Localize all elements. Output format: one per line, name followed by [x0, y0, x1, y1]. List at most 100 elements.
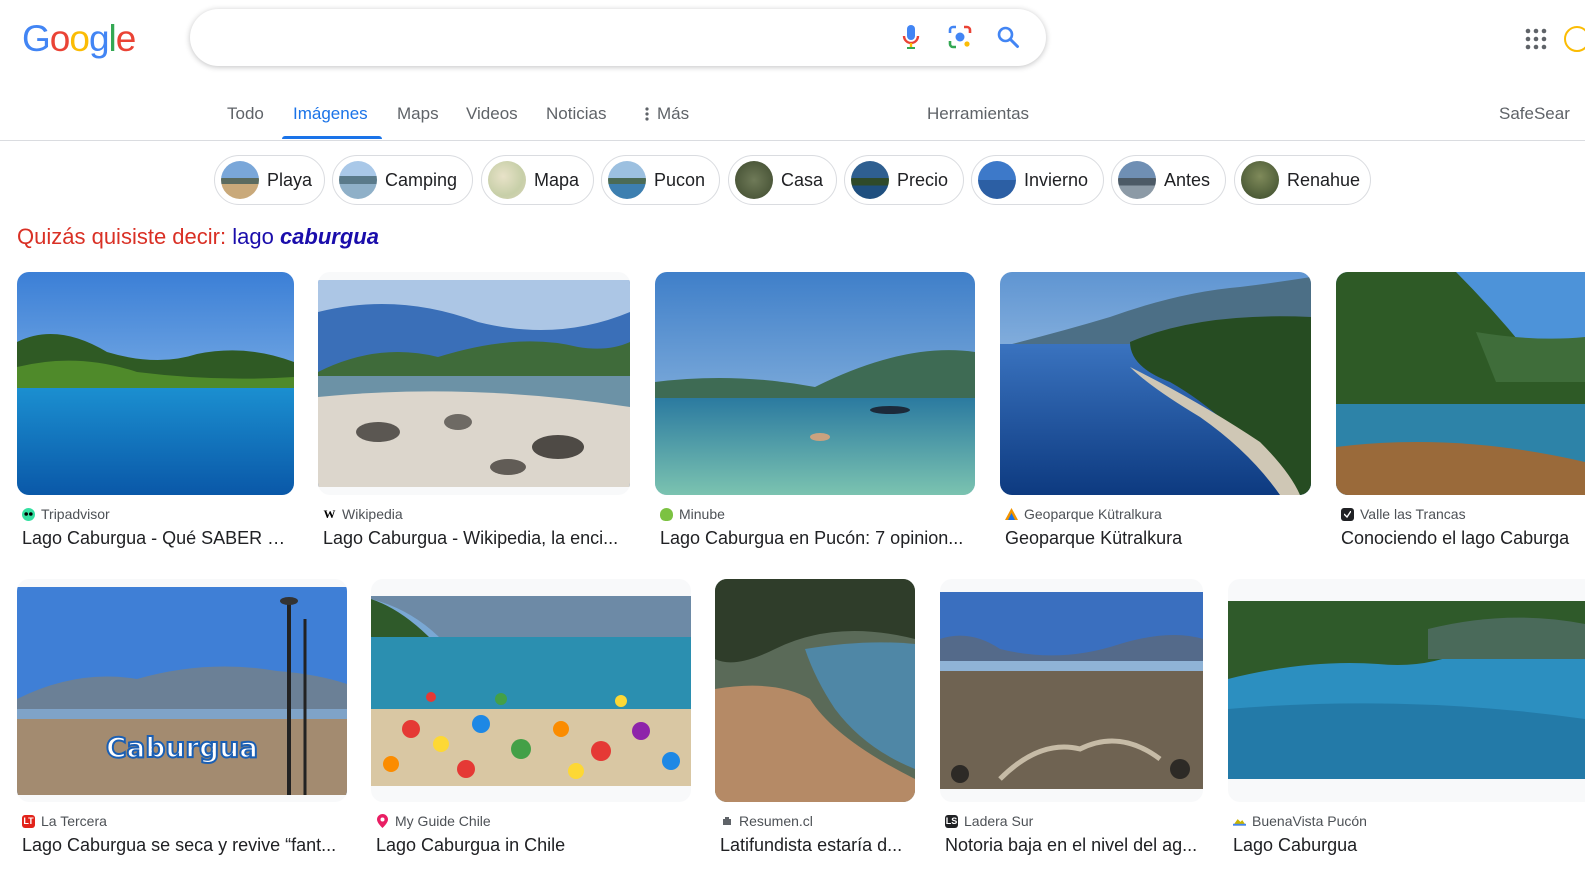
google-logo[interactable]: Google — [22, 18, 136, 60]
chip-antes[interactable]: Antes — [1111, 155, 1226, 205]
result-source[interactable]: Geoparque Kütralkura — [1005, 506, 1162, 522]
search-input[interactable] — [214, 21, 894, 53]
chip-thumbnail — [488, 161, 526, 199]
chip-casa[interactable]: Casa — [728, 155, 837, 205]
tab-maps[interactable]: Maps — [397, 104, 439, 124]
result-thumbnail[interactable] — [715, 579, 915, 802]
ladera-sur-favicon-icon: LS — [945, 814, 958, 828]
account-avatar[interactable] — [1564, 26, 1585, 52]
chip-thumbnail — [221, 161, 259, 199]
chip-label: Playa — [267, 169, 313, 190]
geoparque-favicon-icon — [1005, 508, 1018, 521]
chip-pucon[interactable]: Pucon — [601, 155, 720, 205]
chip-playa[interactable]: Playa — [214, 155, 325, 205]
vertical-dots-icon — [645, 107, 649, 121]
result-source[interactable]: Minube — [660, 506, 725, 522]
active-tab-indicator — [282, 136, 382, 139]
result-source[interactable]: W Wikipedia — [323, 506, 403, 522]
result-source-name: Geoparque Kütralkura — [1024, 506, 1162, 522]
tab-more[interactable]: Más — [645, 104, 689, 124]
image-result[interactable]: Tripadvisor Lago Caburgua - Qué SABER a.… — [17, 272, 294, 552]
image-result[interactable]: W Wikipedia Lago Caburgua - Wikipedia, l… — [318, 272, 630, 552]
tab-news[interactable]: Noticias — [546, 104, 606, 124]
chip-mapa[interactable]: Mapa — [481, 155, 594, 205]
chip-label: Mapa — [534, 169, 580, 190]
result-title[interactable]: Conociendo el lago Caburga — [1341, 528, 1585, 549]
chip-label: Renahue — [1287, 169, 1361, 190]
tab-images[interactable]: Imágenes — [293, 104, 368, 124]
result-thumbnail[interactable] — [318, 272, 630, 495]
result-title[interactable]: Latifundista estaría d... — [720, 835, 913, 856]
result-thumbnail[interactable] — [655, 272, 975, 495]
result-title[interactable]: Geoparque Kütralkura — [1005, 528, 1309, 549]
chip-label: Pucon — [654, 169, 706, 190]
result-thumbnail[interactable] — [1228, 579, 1585, 802]
caburgua-sign: Caburgua — [106, 731, 258, 764]
chip-thumbnail — [1118, 161, 1156, 199]
result-source[interactable]: My Guide Chile — [376, 813, 491, 829]
microphone-icon[interactable] — [897, 23, 925, 51]
result-source-name: Ladera Sur — [964, 813, 1034, 829]
chip-label: Precio — [897, 169, 949, 190]
result-thumbnail[interactable]: Caburgua — [17, 579, 347, 802]
result-source-name: Resumen.cl — [739, 813, 813, 829]
image-result[interactable]: My Guide Chile Lago Caburgua in Chile — [371, 579, 691, 859]
camera-lens-icon[interactable] — [946, 23, 974, 51]
suggestion-link[interactable]: lago caburgua — [232, 224, 379, 249]
tools-button[interactable]: Herramientas — [927, 104, 1029, 124]
result-source[interactable]: LT La Tercera — [22, 813, 107, 829]
chip-precio[interactable]: Precio — [844, 155, 964, 205]
result-title[interactable]: Lago Caburgua - Qué SABER a... — [22, 528, 292, 549]
chip-thumbnail — [735, 161, 773, 199]
chip-label: Casa — [781, 169, 824, 190]
result-title[interactable]: Notoria baja en el nivel del ag... — [945, 835, 1201, 856]
image-result[interactable]: LS Ladera Sur Notoria baja en el nivel d… — [940, 579, 1203, 859]
chip-label: Camping — [385, 169, 458, 190]
chip-invierno[interactable]: Invierno — [971, 155, 1104, 205]
apps-grid-icon[interactable] — [1524, 27, 1548, 51]
wikipedia-favicon-icon: W — [323, 506, 336, 521]
result-title[interactable]: Lago Caburgua - Wikipedia, la enci... — [323, 528, 628, 549]
result-source[interactable]: BuenaVista Pucón — [1233, 813, 1367, 829]
result-thumbnail[interactable] — [1336, 272, 1585, 495]
chip-thumbnail — [1241, 161, 1279, 199]
chip-label: Antes — [1164, 169, 1211, 190]
image-result[interactable]: Caburgua LT La Tercera Lago Caburgua se … — [17, 579, 347, 859]
result-source-name: Minube — [679, 506, 725, 522]
tripadvisor-favicon-icon — [22, 507, 35, 521]
result-source[interactable]: Resumen.cl — [720, 813, 813, 829]
search-icon[interactable] — [994, 23, 1022, 51]
result-source[interactable]: Valle las Trancas — [1341, 506, 1466, 522]
chip-thumbnail — [608, 161, 646, 199]
logo-letter: G — [22, 18, 51, 59]
safesearch-button[interactable]: SafeSear — [1499, 104, 1570, 124]
resumen-favicon-icon — [720, 815, 733, 828]
image-result[interactable]: Resumen.cl Latifundista estaría d... — [715, 579, 915, 859]
chip-thumbnail — [851, 161, 889, 199]
tab-all[interactable]: Todo — [227, 104, 264, 124]
buenavista-favicon-icon — [1233, 815, 1246, 828]
tab-videos[interactable]: Videos — [466, 104, 518, 124]
image-result[interactable]: Geoparque Kütralkura Geoparque Kütralkur… — [1000, 272, 1311, 552]
image-result[interactable]: BuenaVista Pucón Lago Caburgua — [1228, 579, 1585, 859]
chip-camping[interactable]: Camping — [332, 155, 473, 205]
result-source[interactable]: LS Ladera Sur — [945, 813, 1033, 829]
result-thumbnail[interactable] — [1000, 272, 1311, 495]
result-title[interactable]: Lago Caburgua en Pucón: 7 opinion... — [660, 528, 973, 549]
result-title[interactable]: Lago Caburgua — [1233, 835, 1583, 856]
result-title[interactable]: Lago Caburgua in Chile — [376, 835, 689, 856]
tab-more-label: Más — [657, 104, 690, 123]
image-result[interactable]: Valle las Trancas Conociendo el lago Cab… — [1336, 272, 1585, 552]
result-title[interactable]: Lago Caburgua se seca y revive “fant... — [22, 835, 344, 856]
image-result[interactable]: Minube Lago Caburgua en Pucón: 7 opinion… — [655, 272, 975, 552]
spelling-suggestion: Quizás quisiste decir: lago caburgua — [17, 224, 379, 250]
result-source[interactable]: Tripadvisor — [22, 506, 110, 522]
result-thumbnail[interactable] — [17, 272, 294, 495]
suggestion-bold: caburgua — [279, 224, 379, 249]
search-box[interactable] — [190, 9, 1046, 66]
chip-thumbnail — [339, 161, 377, 199]
result-thumbnail[interactable] — [940, 579, 1203, 802]
result-thumbnail[interactable] — [371, 579, 691, 802]
logo-letter: l — [108, 18, 117, 59]
chip-renahue[interactable]: Renahue — [1234, 155, 1371, 205]
